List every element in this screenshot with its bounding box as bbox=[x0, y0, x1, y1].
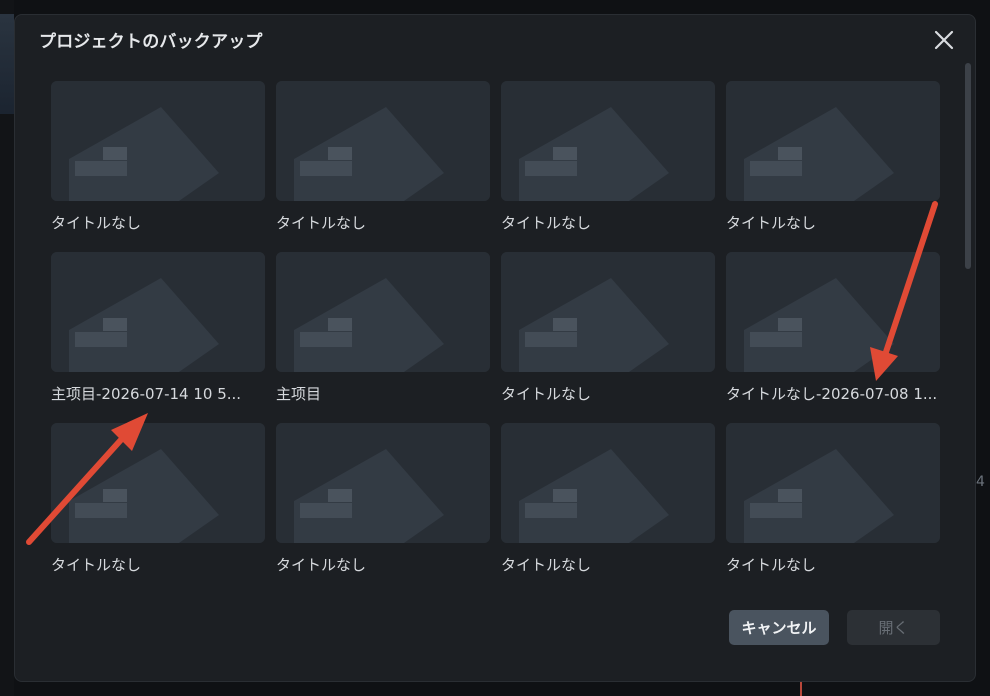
project-thumbnail bbox=[276, 423, 490, 543]
project-placeholder-icon bbox=[276, 81, 490, 201]
project-card-label: タイトルなし-2026-07-08 1... bbox=[726, 385, 938, 403]
project-card-label: タイトルなし bbox=[726, 556, 817, 574]
project-card-label: タイトルなし bbox=[276, 214, 367, 232]
project-placeholder-icon bbox=[276, 423, 490, 543]
project-placeholder-icon bbox=[501, 252, 715, 372]
project-card-label: 主项目 bbox=[276, 385, 322, 403]
project-placeholder-icon bbox=[51, 423, 265, 543]
project-card[interactable]: タイトルなし bbox=[276, 81, 490, 241]
project-placeholder-icon bbox=[51, 81, 265, 201]
project-thumbnail bbox=[51, 252, 265, 372]
project-thumbnail bbox=[501, 423, 715, 543]
project-thumbnail bbox=[726, 423, 940, 543]
project-card-label: タイトルなし bbox=[501, 385, 592, 403]
open-button[interactable]: 開く bbox=[847, 610, 940, 645]
project-card-label: 主项目-2026-07-14 10 5... bbox=[51, 385, 242, 403]
project-card[interactable]: タイトルなし bbox=[51, 81, 265, 241]
project-thumbnail bbox=[276, 81, 490, 201]
project-placeholder-icon bbox=[51, 252, 265, 372]
project-card[interactable]: タイトルなし bbox=[51, 423, 265, 583]
close-icon bbox=[934, 30, 954, 50]
project-card-label: タイトルなし bbox=[51, 214, 142, 232]
project-card-label: タイトルなし bbox=[501, 214, 592, 232]
project-placeholder-icon bbox=[276, 252, 490, 372]
project-thumbnail bbox=[51, 81, 265, 201]
project-card-label: タイトルなし bbox=[726, 214, 817, 232]
background-digit: 4 bbox=[976, 474, 985, 490]
project-card[interactable]: タイトルなし bbox=[501, 423, 715, 583]
project-placeholder-icon bbox=[726, 423, 940, 543]
project-card[interactable]: タイトルなし bbox=[501, 252, 715, 412]
project-card-label: タイトルなし bbox=[501, 556, 592, 574]
project-card[interactable]: タイトルなし-2026-07-08 1... bbox=[726, 252, 940, 412]
project-card-label: タイトルなし bbox=[276, 556, 367, 574]
project-placeholder-icon bbox=[726, 252, 940, 372]
project-card[interactable]: タイトルなし bbox=[276, 423, 490, 583]
close-button[interactable] bbox=[931, 27, 957, 53]
background-playhead bbox=[800, 682, 802, 696]
project-placeholder-icon bbox=[501, 423, 715, 543]
project-card[interactable]: 主项目 bbox=[276, 252, 490, 412]
project-thumbnail bbox=[51, 423, 265, 543]
project-placeholder-icon bbox=[726, 81, 940, 201]
project-backup-dialog: プロジェクトのバックアップ タイトルなし タイトルなし タイトルなし タイトルなし 主项… bbox=[14, 14, 976, 682]
project-thumbnail bbox=[726, 81, 940, 201]
project-card[interactable]: タイトルなし bbox=[726, 81, 940, 241]
project-card[interactable]: タイトルなし bbox=[501, 81, 715, 241]
project-card-label: タイトルなし bbox=[51, 556, 142, 574]
dialog-title: プロジェクトのバックアップ bbox=[39, 32, 263, 52]
background-left-thumbnail bbox=[0, 14, 14, 114]
scrollbar-thumb[interactable] bbox=[965, 63, 971, 269]
project-card[interactable]: 主项目-2026-07-14 10 5... bbox=[51, 252, 265, 412]
project-thumbnail bbox=[276, 252, 490, 372]
cancel-button[interactable]: キャンセル bbox=[729, 610, 829, 645]
project-thumbnail bbox=[726, 252, 940, 372]
project-placeholder-icon bbox=[501, 81, 715, 201]
project-card[interactable]: タイトルなし bbox=[726, 423, 940, 583]
project-thumbnail bbox=[501, 252, 715, 372]
project-thumbnail bbox=[501, 81, 715, 201]
